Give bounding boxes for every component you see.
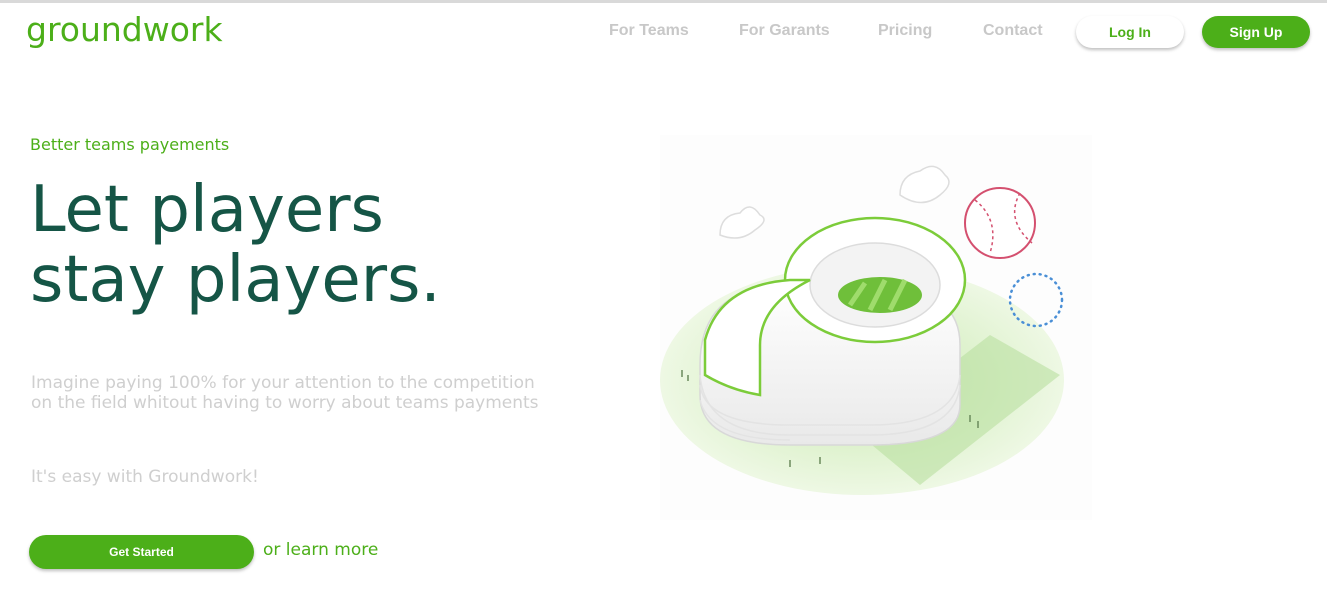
top-border xyxy=(0,0,1327,3)
nav-pricing[interactable]: Pricing xyxy=(878,22,932,40)
learn-more-link[interactable]: or learn more xyxy=(263,540,378,560)
login-button[interactable]: Log In xyxy=(1076,16,1184,48)
nav-for-teams[interactable]: For Teams xyxy=(609,22,689,40)
description-line-2: on the field whitout having to worry abo… xyxy=(31,393,539,413)
get-started-button[interactable]: Get Started xyxy=(29,535,254,569)
hero-headline: Let players stay players. xyxy=(30,175,441,315)
hero-description: Imagine paying 100% for your attention t… xyxy=(31,373,591,413)
signup-button[interactable]: Sign Up xyxy=(1202,16,1310,48)
nav-contact[interactable]: Contact xyxy=(983,22,1043,40)
description-line-1: Imagine paying 100% for your attention t… xyxy=(31,373,535,393)
easy-text: It's easy with Groundwork! xyxy=(31,467,259,487)
stadium-illustration xyxy=(660,135,1092,520)
logo[interactable]: groundwork xyxy=(26,10,223,49)
headline-line-2: stay players. xyxy=(30,243,441,317)
hero-eyebrow: Better teams payements xyxy=(30,135,230,154)
nav-for-garants[interactable]: For Garants xyxy=(739,22,830,40)
headline-line-1: Let players xyxy=(30,173,384,247)
stadium-icon xyxy=(660,165,1064,495)
